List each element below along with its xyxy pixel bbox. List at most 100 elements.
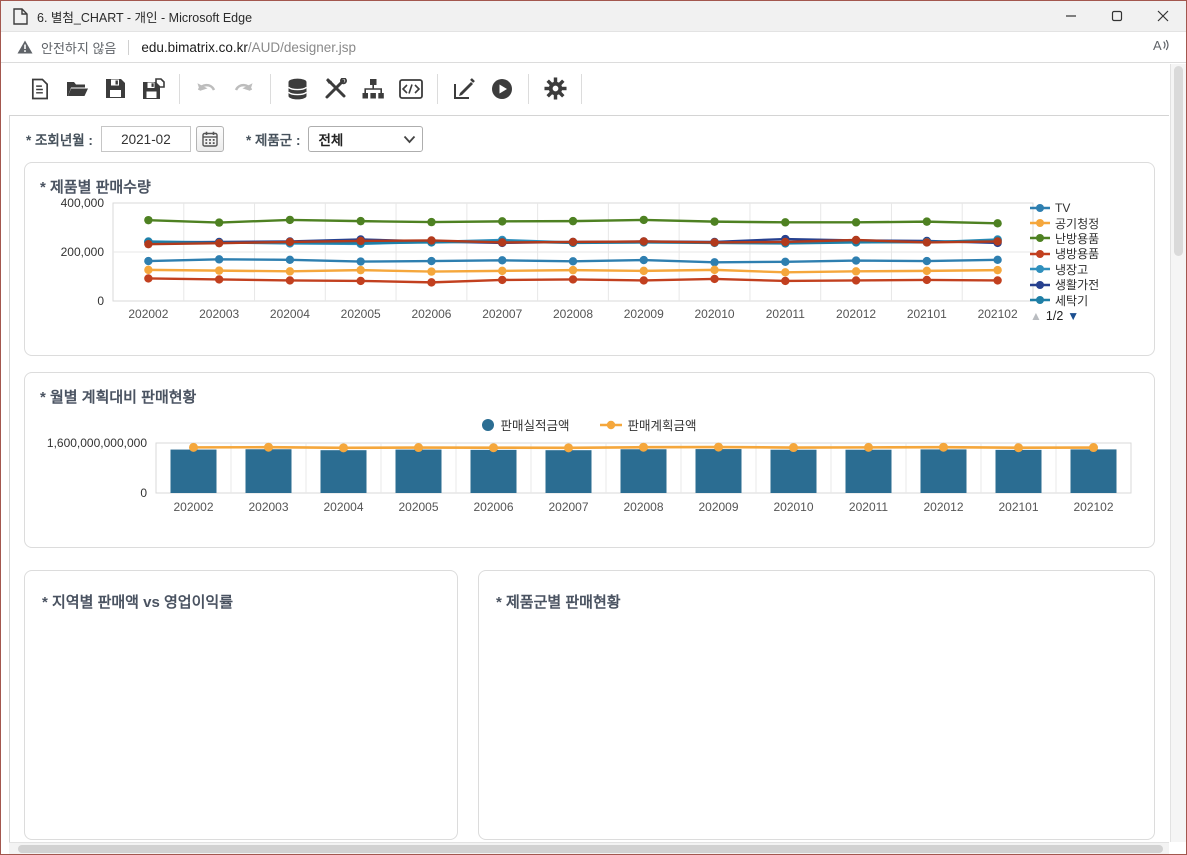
data-point — [286, 238, 294, 246]
data-point — [569, 238, 577, 246]
bar — [471, 450, 517, 493]
svg-text:A: A — [1153, 38, 1162, 53]
data-point — [569, 275, 577, 283]
monthly-plan-panel: * 월별 계획대비 판매현황 판매실적금액 판매계획금액 1,600,000,00… — [24, 372, 1155, 548]
legend-item[interactable]: 판매실적금액 — [482, 415, 569, 434]
legend-label: 판매계획금액 — [628, 415, 697, 434]
maximize-button[interactable] — [1094, 1, 1140, 32]
new-document-icon — [29, 78, 50, 100]
monthly-plan-title: * 월별 계획대비 판매현황 — [25, 373, 1154, 407]
x-axis-tick: 202004 — [323, 500, 363, 514]
date-input[interactable] — [101, 126, 191, 152]
data-point — [640, 237, 648, 245]
x-axis-tick: 202102 — [978, 307, 1018, 321]
data-point — [993, 276, 1001, 284]
url-text[interactable]: edu.bimatrix.co.kr/AUD/designer.jsp — [141, 40, 356, 55]
save-button[interactable] — [96, 70, 134, 108]
horizontal-scrollbar[interactable] — [9, 842, 1169, 854]
data-point — [215, 239, 223, 247]
x-axis-tick: 202003 — [199, 307, 239, 321]
data-point — [215, 218, 223, 226]
y-axis-tick: 0 — [97, 294, 104, 308]
designer-canvas: * 조회년월 : * 제품군 : 전체 — [9, 115, 1169, 842]
database-button[interactable] — [278, 70, 316, 108]
data-point — [286, 276, 294, 284]
read-aloud-icon[interactable]: A — [1151, 37, 1170, 58]
legend-item[interactable]: TV — [1030, 200, 1144, 215]
legend-marker — [482, 419, 494, 431]
code-icon — [399, 79, 423, 99]
minimize-button[interactable] — [1048, 1, 1094, 32]
data-point — [427, 236, 435, 244]
legend-item[interactable]: 생활가전 — [1030, 277, 1144, 292]
open-file-button[interactable] — [58, 70, 96, 108]
legend-label: 세탁기 — [1055, 292, 1088, 308]
data-point — [144, 274, 152, 282]
legend-item[interactable]: 냉장고 — [1030, 262, 1144, 277]
url-host: edu.bimatrix.co.kr — [141, 40, 248, 55]
x-axis-tick: 202102 — [1073, 500, 1113, 514]
legend-page-indicator: 1/2 — [1046, 309, 1063, 323]
x-axis-tick: 202004 — [270, 307, 310, 321]
legend-page-up[interactable]: ▲ — [1030, 309, 1042, 323]
horizontal-scrollbar-thumb[interactable] — [18, 845, 1163, 853]
build-tools-button[interactable] — [316, 70, 354, 108]
undo-button[interactable] — [187, 70, 225, 108]
data-point — [852, 267, 860, 275]
database-icon — [287, 78, 308, 100]
data-point — [286, 267, 294, 275]
redo-icon — [233, 80, 255, 98]
toolbar-divider — [437, 74, 438, 104]
save-as-button[interactable] — [134, 70, 172, 108]
data-point — [710, 258, 718, 266]
settings-button[interactable] — [536, 70, 574, 108]
data-point — [356, 237, 364, 245]
data-point — [714, 443, 723, 452]
legend-item[interactable]: 판매계획금액 — [600, 415, 697, 434]
open-folder-icon — [66, 79, 89, 99]
data-point — [710, 275, 718, 283]
data-point — [1089, 443, 1098, 452]
x-axis-tick: 202008 — [623, 500, 663, 514]
save-as-icon — [142, 78, 165, 99]
x-axis-tick: 202002 — [128, 307, 168, 321]
data-point — [215, 255, 223, 263]
x-axis-tick: 202012 — [923, 500, 963, 514]
x-axis-tick: 202009 — [698, 500, 738, 514]
bottom-panels: * 지역별 판매액 vs 영업이익률 * 제품군별 판매현황 — [24, 570, 1155, 840]
new-document-button[interactable] — [20, 70, 58, 108]
calendar-button[interactable] — [196, 126, 224, 152]
security-status[interactable]: 안전하지 않음 — [41, 38, 116, 57]
close-button[interactable] — [1140, 1, 1186, 32]
y-axis-tick: 1,600,000,000,000 — [47, 436, 147, 450]
data-point — [781, 268, 789, 276]
product-sales-panel: * 제품별 판매수량 400,000200,000020200220200320… — [24, 162, 1155, 356]
sitemap-button[interactable] — [354, 70, 392, 108]
run-button[interactable] — [483, 70, 521, 108]
line-chart-svg: 400,000200,00002020022020032020042020052… — [33, 197, 1038, 323]
legend-page-down[interactable]: ▼ — [1067, 309, 1079, 323]
product-group-select[interactable]: 전체 — [308, 126, 423, 152]
bar — [321, 450, 367, 493]
legend-item[interactable]: 난방용품 — [1030, 231, 1144, 246]
data-point — [356, 277, 364, 285]
gear-icon — [544, 77, 567, 100]
x-axis-tick: 202006 — [411, 307, 451, 321]
product-group-title: * 제품군별 판매현황 — [479, 571, 1154, 612]
legend-item[interactable]: 냉방용품 — [1030, 246, 1144, 261]
data-point — [864, 443, 873, 452]
data-point — [852, 256, 860, 264]
vertical-scrollbar-thumb[interactable] — [1174, 66, 1183, 256]
legend-item[interactable]: 공기청정 — [1030, 215, 1144, 230]
legend-item[interactable]: 세탁기 — [1030, 292, 1144, 307]
redo-button[interactable] — [225, 70, 263, 108]
bar — [1071, 449, 1117, 493]
product-group-panel: * 제품군별 판매현황 — [478, 570, 1155, 840]
legend-pager: ▲ 1/2 ▼ — [1030, 309, 1144, 323]
bar — [246, 449, 292, 493]
source-code-button[interactable] — [392, 70, 430, 108]
undo-icon — [195, 80, 217, 98]
x-axis-tick: 202008 — [553, 307, 593, 321]
edit-button[interactable] — [445, 70, 483, 108]
vertical-scrollbar[interactable] — [1170, 64, 1186, 842]
